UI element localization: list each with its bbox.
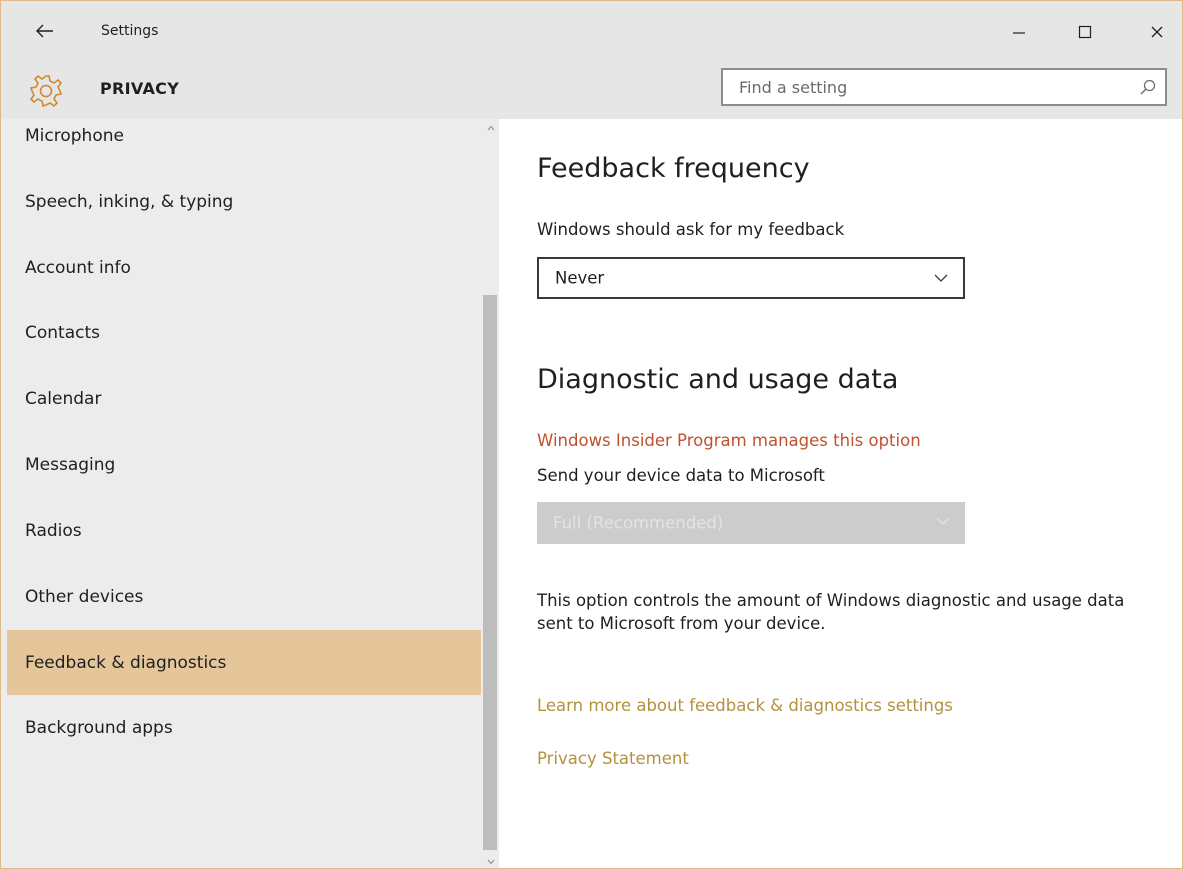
- scroll-down-button[interactable]: [482, 856, 499, 868]
- chevron-up-icon: [487, 125, 494, 131]
- feedback-frequency-select[interactable]: Never: [537, 257, 965, 299]
- search-input[interactable]: [723, 70, 1123, 104]
- sidebar-item-account-info[interactable]: Account info: [7, 235, 481, 300]
- diagnostic-description: This option controls the amount of Windo…: [537, 591, 1125, 633]
- sidebar-item-label: Background apps: [25, 717, 173, 738]
- sidebar-item-microphone[interactable]: Microphone: [7, 119, 481, 168]
- sidebar-item-label: Messaging: [25, 454, 116, 475]
- feedback-frequency-label: Windows should ask for my feedback: [537, 220, 845, 239]
- search-box[interactable]: [721, 68, 1167, 106]
- title-bar: Settings: [1, 1, 1182, 63]
- sidebar-item-label: Calendar: [25, 388, 102, 409]
- device-data-select: Full (Recommended): [537, 502, 965, 544]
- settings-window: Settings PRIVACY Find a setting Micropho…: [0, 0, 1183, 869]
- back-button[interactable]: [25, 15, 65, 47]
- sidebar-scrollbar[interactable]: [482, 119, 499, 868]
- learn-more-link[interactable]: Learn more about feedback & diagnostics …: [537, 696, 953, 715]
- sidebar-item-label: Feedback & diagnostics: [25, 652, 227, 673]
- sidebar-item-label: Other devices: [25, 586, 144, 607]
- sidebar-item-label: Microphone: [25, 125, 124, 146]
- sidebar-item-background-apps[interactable]: Background apps: [7, 695, 481, 760]
- sidebar-item-label: Radios: [25, 520, 82, 541]
- sidebar-item-messaging[interactable]: Messaging: [7, 432, 481, 497]
- chevron-down-icon: [934, 274, 948, 282]
- sidebar-item-radios[interactable]: Radios: [7, 498, 481, 563]
- diagnostic-usage-heading: Diagnostic and usage data: [537, 364, 899, 395]
- feedback-frequency-value: Never: [555, 268, 605, 288]
- scrollbar-thumb[interactable]: [483, 295, 497, 850]
- scroll-up-button[interactable]: [482, 122, 499, 134]
- sidebar-item-label: Account info: [25, 257, 131, 278]
- gear-icon: [27, 72, 65, 110]
- maximize-icon: [1078, 25, 1092, 39]
- insider-managed-note: Windows Insider Program manages this opt…: [537, 431, 921, 450]
- search-icon[interactable]: [1139, 78, 1157, 96]
- feedback-frequency-heading: Feedback frequency: [537, 153, 810, 184]
- page-header: PRIVACY: [1, 63, 1182, 119]
- chevron-down-icon: [487, 859, 494, 865]
- window-title: Settings: [101, 23, 159, 39]
- settings-content: Feedback frequency Windows should ask fo…: [499, 119, 1182, 868]
- page-title: PRIVACY: [100, 79, 180, 98]
- sidebar-item-speech[interactable]: Speech, inking, & typing: [7, 169, 481, 234]
- sidebar-item-feedback-diagnostics[interactable]: Feedback & diagnostics: [7, 630, 481, 695]
- minimize-icon: [1013, 32, 1025, 34]
- device-data-label: Send your device data to Microsoft: [537, 466, 825, 485]
- close-button[interactable]: [1134, 11, 1180, 53]
- sidebar-item-other-devices[interactable]: Other devices: [7, 564, 481, 629]
- sidebar-item-label: Speech, inking, & typing: [25, 191, 234, 212]
- back-arrow-icon: [36, 24, 53, 38]
- maximize-button[interactable]: [1062, 11, 1108, 53]
- sidebar-item-label: Contacts: [25, 322, 100, 343]
- sidebar-item-contacts[interactable]: Contacts: [7, 300, 481, 365]
- chevron-down-icon: [936, 517, 950, 525]
- sidebar-item-calendar[interactable]: Calendar: [7, 366, 481, 431]
- close-icon: [1151, 26, 1163, 38]
- sidebar-nav: Microphone Speech, inking, & typing Acco…: [1, 119, 499, 868]
- privacy-statement-link[interactable]: Privacy Statement: [537, 749, 689, 768]
- minimize-button[interactable]: [996, 11, 1042, 53]
- device-data-value: Full (Recommended): [553, 513, 724, 533]
